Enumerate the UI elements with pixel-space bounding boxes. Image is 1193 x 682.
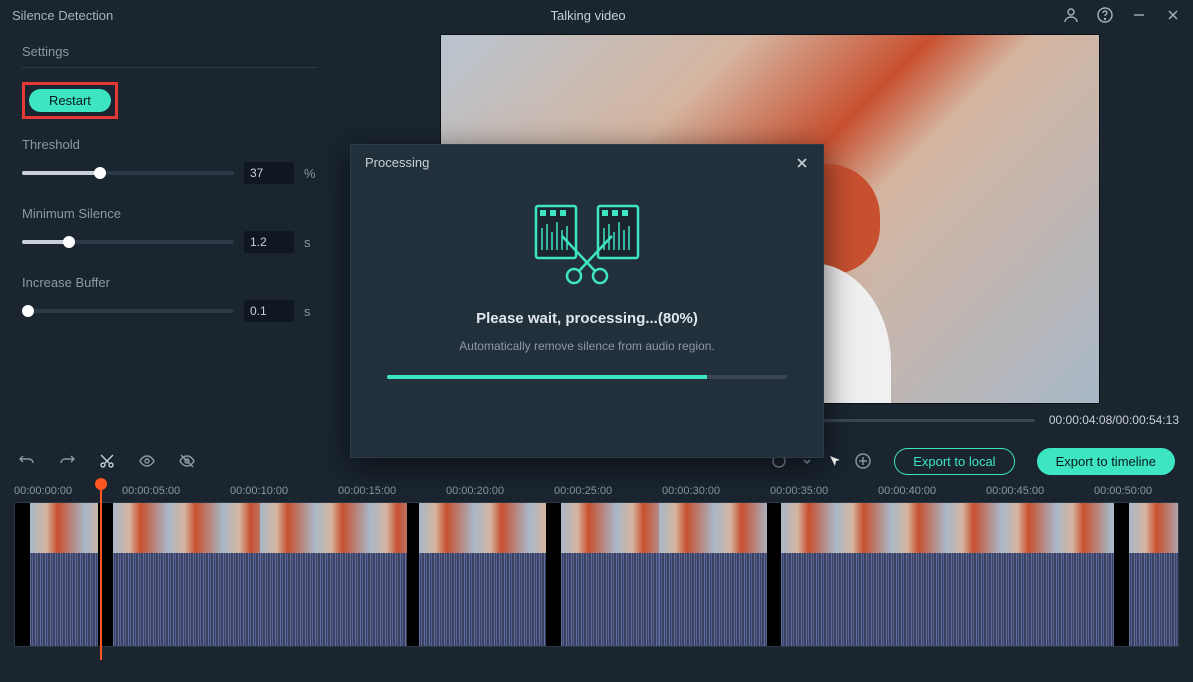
ruler-tick: 00:00:00:00 [14, 485, 72, 497]
ruler-tick: 00:00:25:00 [554, 485, 612, 497]
document-title: Talking video [113, 8, 1063, 23]
restart-button[interactable]: Restart [29, 89, 111, 112]
video-clip[interactable] [419, 503, 546, 646]
timeline: 00:00:00:00 00:00:05:00 00:00:10:00 00:00:1… [0, 480, 1193, 682]
video-clip[interactable] [260, 503, 407, 646]
processing-icon [522, 200, 652, 290]
ruler-tick: 00:00:35:00 [770, 485, 828, 497]
ruler-tick: 00:00:20:00 [446, 485, 504, 497]
ruler-tick: 00:00:30:00 [662, 485, 720, 497]
zoom-in-icon[interactable] [854, 452, 872, 470]
cursor-icon [826, 452, 844, 470]
redo-icon[interactable] [58, 452, 76, 470]
ruler-tick: 00:00:05:00 [122, 485, 180, 497]
increase-buffer-unit: s [304, 304, 318, 319]
increase-buffer-slider[interactable] [22, 309, 234, 313]
dialog-title: Processing [365, 155, 429, 170]
undo-icon[interactable] [18, 452, 36, 470]
playhead[interactable] [100, 480, 102, 660]
timeline-clips[interactable] [14, 502, 1179, 647]
cut-icon[interactable] [98, 452, 116, 470]
silence-gap[interactable] [1114, 503, 1129, 646]
close-icon[interactable] [1165, 7, 1181, 23]
video-clip[interactable] [113, 503, 260, 646]
ruler-tick: 00:00:10:00 [230, 485, 288, 497]
video-clip[interactable] [561, 503, 659, 646]
threshold-input[interactable] [244, 162, 294, 184]
threshold-unit: % [304, 166, 318, 181]
silence-gap[interactable] [407, 503, 419, 646]
minimize-icon[interactable] [1131, 7, 1147, 23]
min-silence-unit: s [304, 235, 318, 250]
eye-off-icon[interactable] [178, 452, 196, 470]
silence-gap[interactable] [15, 503, 30, 646]
ruler-tick: 00:00:40:00 [878, 485, 936, 497]
min-silence-label: Minimum Silence [22, 206, 318, 221]
silence-gap[interactable] [546, 503, 561, 646]
min-silence-slider[interactable] [22, 240, 234, 244]
video-clip[interactable] [659, 503, 767, 646]
dialog-subtitle: Automatically remove silence from audio … [381, 339, 793, 353]
timeline-ruler[interactable]: 00:00:00:00 00:00:05:00 00:00:10:00 00:00:1… [14, 480, 1179, 502]
titlebar: Silence Detection Talking video [0, 0, 1193, 30]
settings-panel: Settings Restart Threshold % Minimum Sil… [0, 30, 340, 440]
min-silence-input[interactable] [244, 231, 294, 253]
playback-time: 00:00:04:08/00:00:54:13 [1049, 413, 1179, 427]
ruler-tick: 00:00:50:00 [1094, 485, 1152, 497]
progress-bar [387, 375, 787, 379]
ruler-tick: 00:00:45:00 [986, 485, 1044, 497]
silence-gap[interactable] [767, 503, 781, 646]
ruler-tick: 00:00:15:00 [338, 485, 396, 497]
restart-highlight: Restart [22, 82, 118, 119]
threshold-slider[interactable] [22, 171, 234, 175]
app-title: Silence Detection [12, 8, 113, 23]
help-icon[interactable] [1097, 7, 1113, 23]
dialog-close-icon[interactable] [795, 156, 809, 170]
video-clip[interactable] [30, 503, 99, 646]
video-clip[interactable] [1129, 503, 1178, 646]
increase-buffer-label: Increase Buffer [22, 275, 318, 290]
export-timeline-button[interactable]: Export to timeline [1037, 448, 1175, 475]
export-local-button[interactable]: Export to local [894, 448, 1014, 475]
settings-heading: Settings [22, 44, 318, 68]
eye-icon[interactable] [138, 452, 156, 470]
video-clip[interactable] [781, 503, 1114, 646]
threshold-label: Threshold [22, 137, 318, 152]
dialog-message: Please wait, processing...(80%) [381, 310, 793, 327]
increase-buffer-input[interactable] [244, 300, 294, 322]
user-icon[interactable] [1063, 7, 1079, 23]
processing-dialog: Processing [350, 144, 824, 458]
